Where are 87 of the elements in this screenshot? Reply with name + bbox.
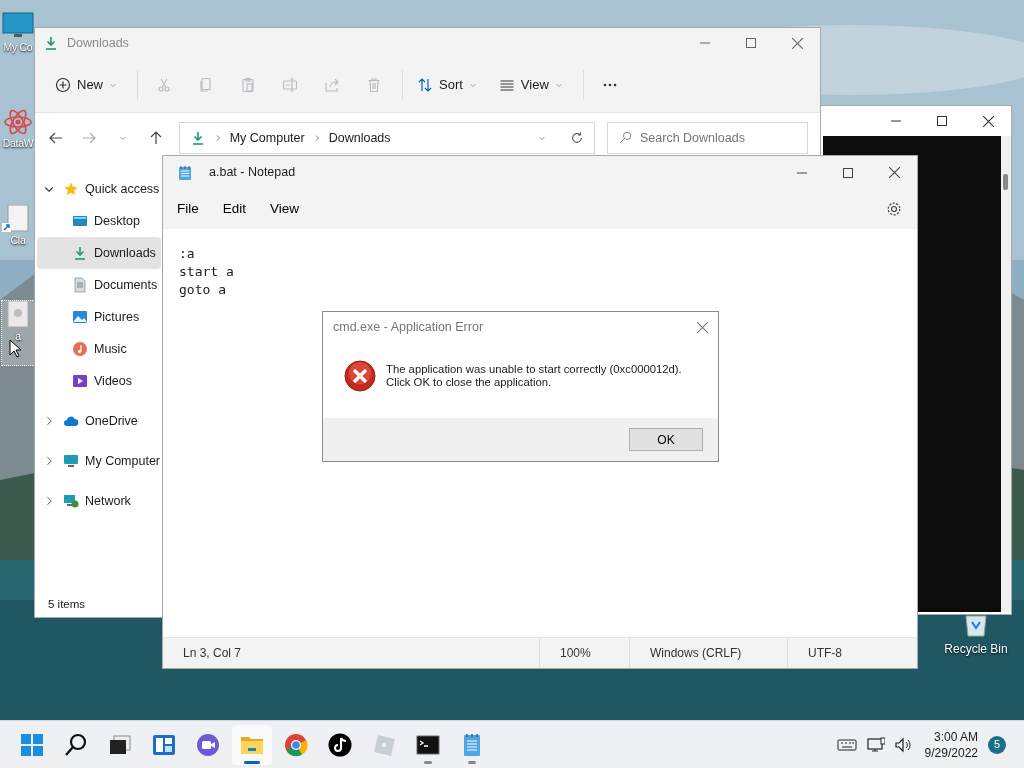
menu-item[interactable]: File xyxy=(165,194,211,224)
breadcrumb[interactable]: My Computer xyxy=(229,128,305,148)
network-icon xyxy=(63,493,79,509)
icon-label: Cla xyxy=(10,233,26,248)
picture-icon xyxy=(72,309,88,325)
close-icon xyxy=(696,321,708,333)
monitor-icon xyxy=(63,453,79,469)
monitor-icon xyxy=(2,12,34,40)
sidebar-item[interactable]: OneDrive xyxy=(37,405,161,437)
notepad-icon xyxy=(177,164,193,181)
terminal-icon xyxy=(416,732,440,757)
volume-icon xyxy=(894,736,911,753)
sidebar-item[interactable]: Pictures xyxy=(37,301,161,333)
icon-label: a xyxy=(15,329,21,344)
search-icon xyxy=(64,732,88,757)
mouse-cursor-icon xyxy=(9,339,21,358)
toolbar-button[interactable]: View xyxy=(490,67,571,103)
browser-icon xyxy=(284,732,308,757)
video-icon xyxy=(72,373,88,389)
settings-icon xyxy=(886,201,902,217)
toolbar-button[interactable]: Sort xyxy=(409,67,485,103)
sidebar-item[interactable]: Music xyxy=(37,333,161,365)
icon-label: Recycle Bin xyxy=(944,641,1008,658)
sidebar-item[interactable]: Quick access xyxy=(37,173,161,205)
status-text: UTF-8 xyxy=(787,638,917,668)
menu-item[interactable]: Edit xyxy=(210,194,259,224)
sidebar-item[interactable]: Downloads xyxy=(37,237,161,269)
breadcrumb[interactable]: Downloads xyxy=(328,128,391,148)
caret-icon xyxy=(109,81,117,89)
status-text: Ln 3, Col 7 xyxy=(182,645,243,662)
close-icon xyxy=(791,37,803,49)
search-field[interactable]: Search Downloads xyxy=(607,122,808,154)
text-line: goto a xyxy=(179,281,227,299)
music-note-icon xyxy=(328,732,352,757)
recycle-bin-icon xyxy=(962,612,990,640)
close-icon xyxy=(888,167,900,178)
icon-label: My Co xyxy=(3,40,33,55)
error-message: The application was unable to start correctly (0xc000012d). Click OK to close the application. xyxy=(386,363,682,389)
maximize-icon xyxy=(843,167,853,178)
clock-time: 3:00 AM xyxy=(933,728,978,745)
status-text: Windows (CRLF) xyxy=(629,638,787,668)
download-icon xyxy=(43,35,59,51)
status-text: 100% xyxy=(539,638,629,668)
caret-icon xyxy=(538,134,546,142)
atom-icon xyxy=(2,108,34,136)
caret-icon xyxy=(118,134,127,142)
window-title: Downloads xyxy=(67,34,130,52)
status-text: 5 items xyxy=(47,596,87,612)
back-arrow-icon xyxy=(47,130,64,146)
dialog-title: cmd.exe - Application Error xyxy=(333,318,485,336)
document-icon xyxy=(72,277,88,293)
forward-arrow-icon xyxy=(81,130,98,146)
network-icon xyxy=(866,736,885,753)
scrollbar[interactable] xyxy=(1001,136,1011,612)
window-title: a.bat - Notepad xyxy=(209,164,297,182)
search-icon xyxy=(619,131,632,144)
sidebar-item[interactable]: Network xyxy=(37,485,161,517)
ok-button[interactable]: OK xyxy=(629,428,703,451)
refresh-icon xyxy=(570,131,584,146)
clock-date: 9/29/2022 xyxy=(924,744,978,761)
menu-item[interactable]: View xyxy=(258,194,312,224)
sidebar-item[interactable]: My Computer xyxy=(37,445,161,477)
monitor-icon xyxy=(72,213,88,229)
maximize-icon xyxy=(937,116,947,126)
task-view-icon xyxy=(108,732,132,757)
error-icon xyxy=(344,360,376,392)
scrollbar-thumb[interactable] xyxy=(1003,174,1008,190)
video-chat-icon xyxy=(196,732,220,757)
music-icon xyxy=(72,341,88,357)
sidebar-item[interactable]: Documents xyxy=(37,269,161,301)
sidebar-item[interactable]: Videos xyxy=(37,365,161,397)
star-icon xyxy=(63,181,79,197)
caret-icon xyxy=(468,81,477,89)
text-line: :a xyxy=(179,245,196,263)
address-bar[interactable]: My Computer Downloads xyxy=(178,122,595,154)
toolbar-button[interactable]: New xyxy=(47,67,125,103)
text-line: start a xyxy=(179,263,235,281)
sidebar-item[interactable]: Desktop xyxy=(37,205,161,237)
widgets-icon xyxy=(152,732,176,757)
keyboard-icon xyxy=(836,736,857,753)
icon-label: DataW xyxy=(2,136,34,151)
caret-icon xyxy=(554,81,563,89)
maximize-icon xyxy=(746,38,756,48)
start-icon xyxy=(20,732,44,757)
close-icon xyxy=(982,115,994,127)
download-icon xyxy=(72,245,88,261)
notification-badge[interactable]: 5 xyxy=(988,735,1006,754)
